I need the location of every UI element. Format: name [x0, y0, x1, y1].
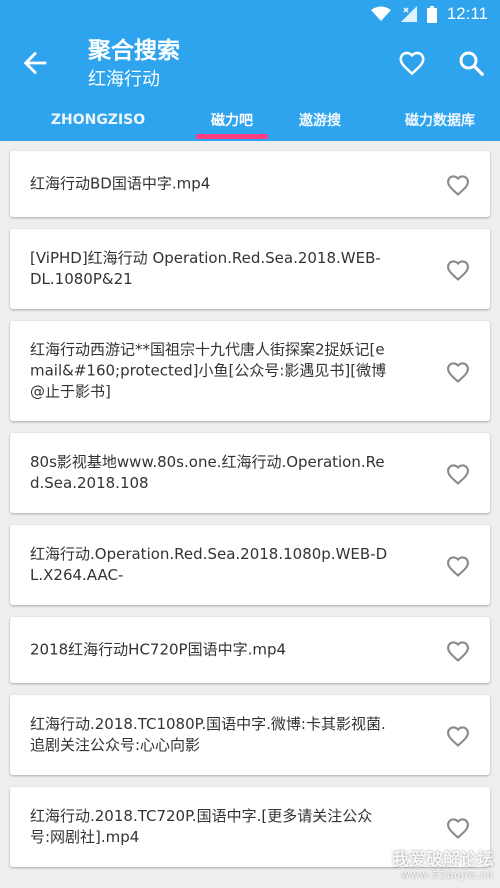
- result-title: 红海行动BD国语中字.mp4: [30, 174, 211, 193]
- tab-cili-database[interactable]: 磁力数据库: [380, 98, 500, 141]
- favorite-heart-icon[interactable]: [444, 256, 472, 282]
- result-title: [ViPHD]红海行动 Operation.Red.Sea.2018.WEB-D…: [30, 249, 381, 288]
- tab-label: 磁力吧: [211, 112, 253, 129]
- result-title: 红海行动西游记**国祖宗十九代唐人街探案2捉妖记[email&#160;prot…: [30, 340, 387, 401]
- watermark-line1: 我爱破解论坛: [392, 850, 494, 870]
- tab-zhongziso[interactable]: ZHONGZISO: [40, 98, 156, 141]
- tab-label: 遨游搜: [299, 112, 341, 129]
- favorite-heart-icon[interactable]: [444, 460, 472, 486]
- result-card[interactable]: 红海行动西游记**国祖宗十九代唐人街探案2捉妖记[email&#160;prot…: [10, 321, 490, 421]
- favorite-heart-icon[interactable]: [444, 814, 472, 840]
- watermark: 我爱破解论坛 www.52pojie.cn: [392, 850, 494, 882]
- result-card[interactable]: 80s影视基地www.80s.one.红海行动.Operation.Red.Se…: [10, 433, 490, 513]
- signal-icon: [400, 6, 417, 22]
- search-icon[interactable]: [456, 48, 486, 78]
- result-title: 红海行动.2018.TC1080P.国语中字.微博:卡其影视菌.追剧关注公众号:…: [30, 715, 386, 754]
- favorite-heart-icon[interactable]: [444, 171, 472, 197]
- result-card[interactable]: 2018红海行动HC720P国语中字.mp4: [10, 617, 490, 683]
- status-time: 12:11: [446, 4, 488, 23]
- wifi-icon: [370, 6, 391, 21]
- header-titles: 聚合搜索 红海行动: [88, 36, 180, 92]
- active-tab-indicator: [196, 134, 268, 139]
- search-query-subtitle: 红海行动: [88, 69, 160, 90]
- result-card[interactable]: 红海行动.2018.TC1080P.国语中字.微博:卡其影视菌.追剧关注公众号:…: [10, 695, 490, 775]
- watermark-line2: www.52pojie.cn: [401, 870, 494, 881]
- battery-icon: [426, 5, 437, 23]
- app-bar: 12:11 聚合搜索 红海行动 ZHONGZISO 磁力吧 遨游搜 磁力数据库: [0, 0, 500, 141]
- favorite-heart-icon[interactable]: [444, 722, 472, 748]
- tab-label: 磁力数据库: [405, 112, 475, 129]
- result-card[interactable]: [ViPHD]红海行动 Operation.Red.Sea.2018.WEB-D…: [10, 229, 490, 309]
- favorites-heart-icon[interactable]: [396, 48, 428, 78]
- back-arrow-icon[interactable]: [18, 46, 52, 80]
- favorite-heart-icon[interactable]: [444, 358, 472, 384]
- result-title: 2018红海行动HC720P国语中字.mp4: [30, 640, 287, 659]
- page-title: 聚合搜索: [88, 38, 180, 64]
- tab-aoyousou[interactable]: 遨游搜: [270, 98, 370, 141]
- result-card[interactable]: 红海行动.Operation.Red.Sea.2018.1080p.WEB-DL…: [10, 525, 490, 605]
- result-card[interactable]: 红海行动BD国语中字.mp4: [10, 151, 490, 217]
- status-icons: 12:11: [370, 4, 488, 24]
- favorite-heart-icon[interactable]: [444, 637, 472, 663]
- tab-label: ZHONGZISO: [50, 111, 146, 128]
- result-title: 红海行动.Operation.Red.Sea.2018.1080p.WEB-DL…: [30, 545, 388, 584]
- favorite-heart-icon[interactable]: [444, 552, 472, 578]
- result-title: 红海行动.2018.TC720P.国语中字.[更多请关注公众号:网剧社].mp4: [30, 807, 373, 846]
- status-bar: 12:11: [0, 0, 500, 30]
- result-title: 80s影视基地www.80s.one.红海行动.Operation.Red.Se…: [30, 453, 385, 492]
